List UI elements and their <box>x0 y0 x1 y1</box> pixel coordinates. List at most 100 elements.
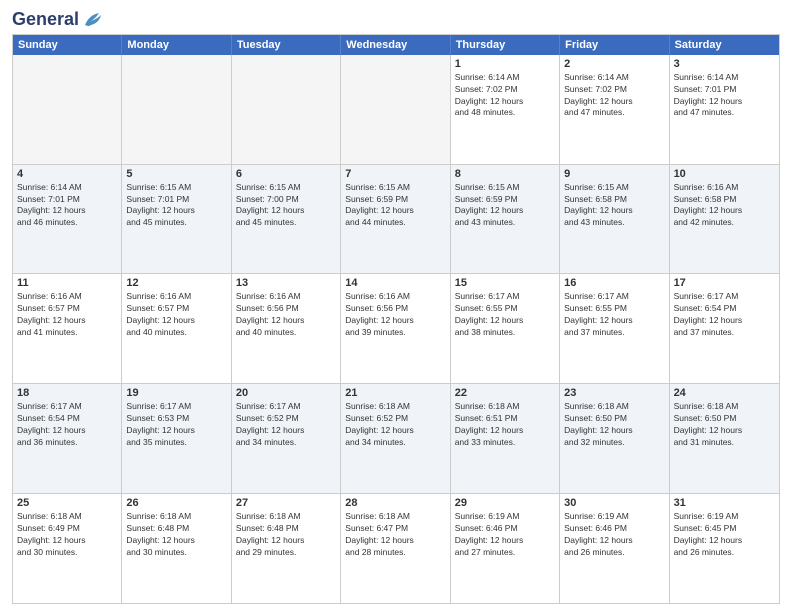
weekday-header-sunday: Sunday <box>13 35 122 55</box>
calendar: SundayMondayTuesdayWednesdayThursdayFrid… <box>12 34 780 604</box>
day-info: Sunrise: 6:15 AM Sunset: 6:59 PM Dayligh… <box>455 182 555 230</box>
calendar-cell: 13 Sunrise: 6:16 AM Sunset: 6:56 PM Dayli… <box>232 274 341 383</box>
day-number: 15 <box>455 277 555 289</box>
day-number: 24 <box>674 387 775 399</box>
logo-bird-icon <box>81 11 103 29</box>
day-info: Sunrise: 6:18 AM Sunset: 6:48 PM Dayligh… <box>126 511 226 559</box>
calendar-cell: 1 Sunrise: 6:14 AM Sunset: 7:02 PM Daylig… <box>451 55 560 164</box>
day-info: Sunrise: 6:17 AM Sunset: 6:53 PM Dayligh… <box>126 401 226 449</box>
page-container: General SundayMondayTuesdayWednesdayThur… <box>0 0 792 612</box>
day-info: Sunrise: 6:17 AM Sunset: 6:52 PM Dayligh… <box>236 401 336 449</box>
day-info: Sunrise: 6:15 AM Sunset: 6:59 PM Dayligh… <box>345 182 445 230</box>
weekday-header-monday: Monday <box>122 35 231 55</box>
calendar-cell: 11 Sunrise: 6:16 AM Sunset: 6:57 PM Dayli… <box>13 274 122 383</box>
day-info: Sunrise: 6:18 AM Sunset: 6:49 PM Dayligh… <box>17 511 117 559</box>
day-number: 28 <box>345 497 445 509</box>
calendar-cell: 6Sunrise: 6:15 AM Sunset: 7:00 PM Daylig… <box>232 165 341 274</box>
calendar-cell: 26 Sunrise: 6:18 AM Sunset: 6:48 PM Dayli… <box>122 494 231 603</box>
day-info: Sunrise: 6:15 AM Sunset: 7:01 PM Dayligh… <box>126 182 226 230</box>
day-info: Sunrise: 6:14 AM Sunset: 7:02 PM Dayligh… <box>564 72 664 120</box>
day-number: 14 <box>345 277 445 289</box>
day-info: Sunrise: 6:16 AM Sunset: 6:57 PM Dayligh… <box>17 291 117 339</box>
calendar-row-1: 1 Sunrise: 6:14 AM Sunset: 7:02 PM Daylig… <box>13 55 779 164</box>
calendar-cell: 18 Sunrise: 6:17 AM Sunset: 6:54 PM Dayli… <box>13 384 122 493</box>
day-number: 13 <box>236 277 336 289</box>
day-info: Sunrise: 6:16 AM Sunset: 6:56 PM Dayligh… <box>236 291 336 339</box>
day-number: 22 <box>455 387 555 399</box>
calendar-cell: 7Sunrise: 6:15 AM Sunset: 6:59 PM Daylig… <box>341 165 450 274</box>
calendar-cell: 23 Sunrise: 6:18 AM Sunset: 6:50 PM Dayli… <box>560 384 669 493</box>
calendar-cell: 27Sunrise: 6:18 AM Sunset: 6:48 PM Dayli… <box>232 494 341 603</box>
day-number: 5 <box>126 168 226 180</box>
day-info: Sunrise: 6:17 AM Sunset: 6:54 PM Dayligh… <box>17 401 117 449</box>
calendar-body: 1 Sunrise: 6:14 AM Sunset: 7:02 PM Daylig… <box>13 55 779 603</box>
day-info: Sunrise: 6:16 AM Sunset: 6:58 PM Dayligh… <box>674 182 775 230</box>
day-info: Sunrise: 6:19 AM Sunset: 6:46 PM Dayligh… <box>455 511 555 559</box>
day-info: Sunrise: 6:14 AM Sunset: 7:01 PM Dayligh… <box>674 72 775 120</box>
day-info: Sunrise: 6:18 AM Sunset: 6:50 PM Dayligh… <box>674 401 775 449</box>
calendar-row-2: 4 Sunrise: 6:14 AM Sunset: 7:01 PM Daylig… <box>13 164 779 274</box>
calendar-cell <box>122 55 231 164</box>
day-info: Sunrise: 6:17 AM Sunset: 6:54 PM Dayligh… <box>674 291 775 339</box>
calendar-row-3: 11 Sunrise: 6:16 AM Sunset: 6:57 PM Dayli… <box>13 273 779 383</box>
day-number: 16 <box>564 277 664 289</box>
day-info: Sunrise: 6:14 AM Sunset: 7:01 PM Dayligh… <box>17 182 117 230</box>
calendar-cell: 20 Sunrise: 6:17 AM Sunset: 6:52 PM Dayli… <box>232 384 341 493</box>
day-number: 20 <box>236 387 336 399</box>
calendar-cell <box>232 55 341 164</box>
day-info: Sunrise: 6:15 AM Sunset: 7:00 PM Dayligh… <box>236 182 336 230</box>
weekday-header-friday: Friday <box>560 35 669 55</box>
day-info: Sunrise: 6:18 AM Sunset: 6:47 PM Dayligh… <box>345 511 445 559</box>
day-info: Sunrise: 6:14 AM Sunset: 7:02 PM Dayligh… <box>455 72 555 120</box>
calendar-cell: 28 Sunrise: 6:18 AM Sunset: 6:47 PM Dayli… <box>341 494 450 603</box>
calendar-cell: 16 Sunrise: 6:17 AM Sunset: 6:55 PM Dayli… <box>560 274 669 383</box>
day-number: 4 <box>17 168 117 180</box>
weekday-header-saturday: Saturday <box>670 35 779 55</box>
calendar-header: SundayMondayTuesdayWednesdayThursdayFrid… <box>13 35 779 55</box>
day-number: 31 <box>674 497 775 509</box>
day-number: 21 <box>345 387 445 399</box>
logo-text: General <box>12 10 103 30</box>
calendar-cell: 22 Sunrise: 6:18 AM Sunset: 6:51 PM Dayli… <box>451 384 560 493</box>
day-number: 26 <box>126 497 226 509</box>
weekday-header-wednesday: Wednesday <box>341 35 450 55</box>
calendar-row-5: 25Sunrise: 6:18 AM Sunset: 6:49 PM Dayli… <box>13 493 779 603</box>
day-info: Sunrise: 6:19 AM Sunset: 6:46 PM Dayligh… <box>564 511 664 559</box>
calendar-cell: 5 Sunrise: 6:15 AM Sunset: 7:01 PM Daylig… <box>122 165 231 274</box>
day-info: Sunrise: 6:18 AM Sunset: 6:48 PM Dayligh… <box>236 511 336 559</box>
day-number: 30 <box>564 497 664 509</box>
day-number: 29 <box>455 497 555 509</box>
day-number: 11 <box>17 277 117 289</box>
day-number: 23 <box>564 387 664 399</box>
calendar-row-4: 18 Sunrise: 6:17 AM Sunset: 6:54 PM Dayli… <box>13 383 779 493</box>
weekday-header-thursday: Thursday <box>451 35 560 55</box>
calendar-cell: 10Sunrise: 6:16 AM Sunset: 6:58 PM Dayli… <box>670 165 779 274</box>
calendar-cell: 3Sunrise: 6:14 AM Sunset: 7:01 PM Daylig… <box>670 55 779 164</box>
day-info: Sunrise: 6:18 AM Sunset: 6:50 PM Dayligh… <box>564 401 664 449</box>
day-number: 18 <box>17 387 117 399</box>
day-number: 19 <box>126 387 226 399</box>
calendar-cell: 19 Sunrise: 6:17 AM Sunset: 6:53 PM Dayli… <box>122 384 231 493</box>
day-info: Sunrise: 6:16 AM Sunset: 6:57 PM Dayligh… <box>126 291 226 339</box>
calendar-cell: 14 Sunrise: 6:16 AM Sunset: 6:56 PM Dayli… <box>341 274 450 383</box>
calendar-cell: 8Sunrise: 6:15 AM Sunset: 6:59 PM Daylig… <box>451 165 560 274</box>
calendar-cell: 12Sunrise: 6:16 AM Sunset: 6:57 PM Dayli… <box>122 274 231 383</box>
calendar-cell: 17 Sunrise: 6:17 AM Sunset: 6:54 PM Dayli… <box>670 274 779 383</box>
calendar-cell <box>13 55 122 164</box>
calendar-cell: 15 Sunrise: 6:17 AM Sunset: 6:55 PM Dayli… <box>451 274 560 383</box>
calendar-cell: 29 Sunrise: 6:19 AM Sunset: 6:46 PM Dayli… <box>451 494 560 603</box>
calendar-cell: 2 Sunrise: 6:14 AM Sunset: 7:02 PM Daylig… <box>560 55 669 164</box>
logo: General <box>12 10 103 28</box>
day-info: Sunrise: 6:17 AM Sunset: 6:55 PM Dayligh… <box>455 291 555 339</box>
day-number: 9 <box>564 168 664 180</box>
day-info: Sunrise: 6:17 AM Sunset: 6:55 PM Dayligh… <box>564 291 664 339</box>
day-number: 1 <box>455 58 555 70</box>
calendar-cell <box>341 55 450 164</box>
day-info: Sunrise: 6:18 AM Sunset: 6:51 PM Dayligh… <box>455 401 555 449</box>
day-info: Sunrise: 6:16 AM Sunset: 6:56 PM Dayligh… <box>345 291 445 339</box>
calendar-cell: 31Sunrise: 6:19 AM Sunset: 6:45 PM Dayli… <box>670 494 779 603</box>
day-number: 2 <box>564 58 664 70</box>
day-number: 17 <box>674 277 775 289</box>
day-info: Sunrise: 6:15 AM Sunset: 6:58 PM Dayligh… <box>564 182 664 230</box>
calendar-cell: 25Sunrise: 6:18 AM Sunset: 6:49 PM Dayli… <box>13 494 122 603</box>
